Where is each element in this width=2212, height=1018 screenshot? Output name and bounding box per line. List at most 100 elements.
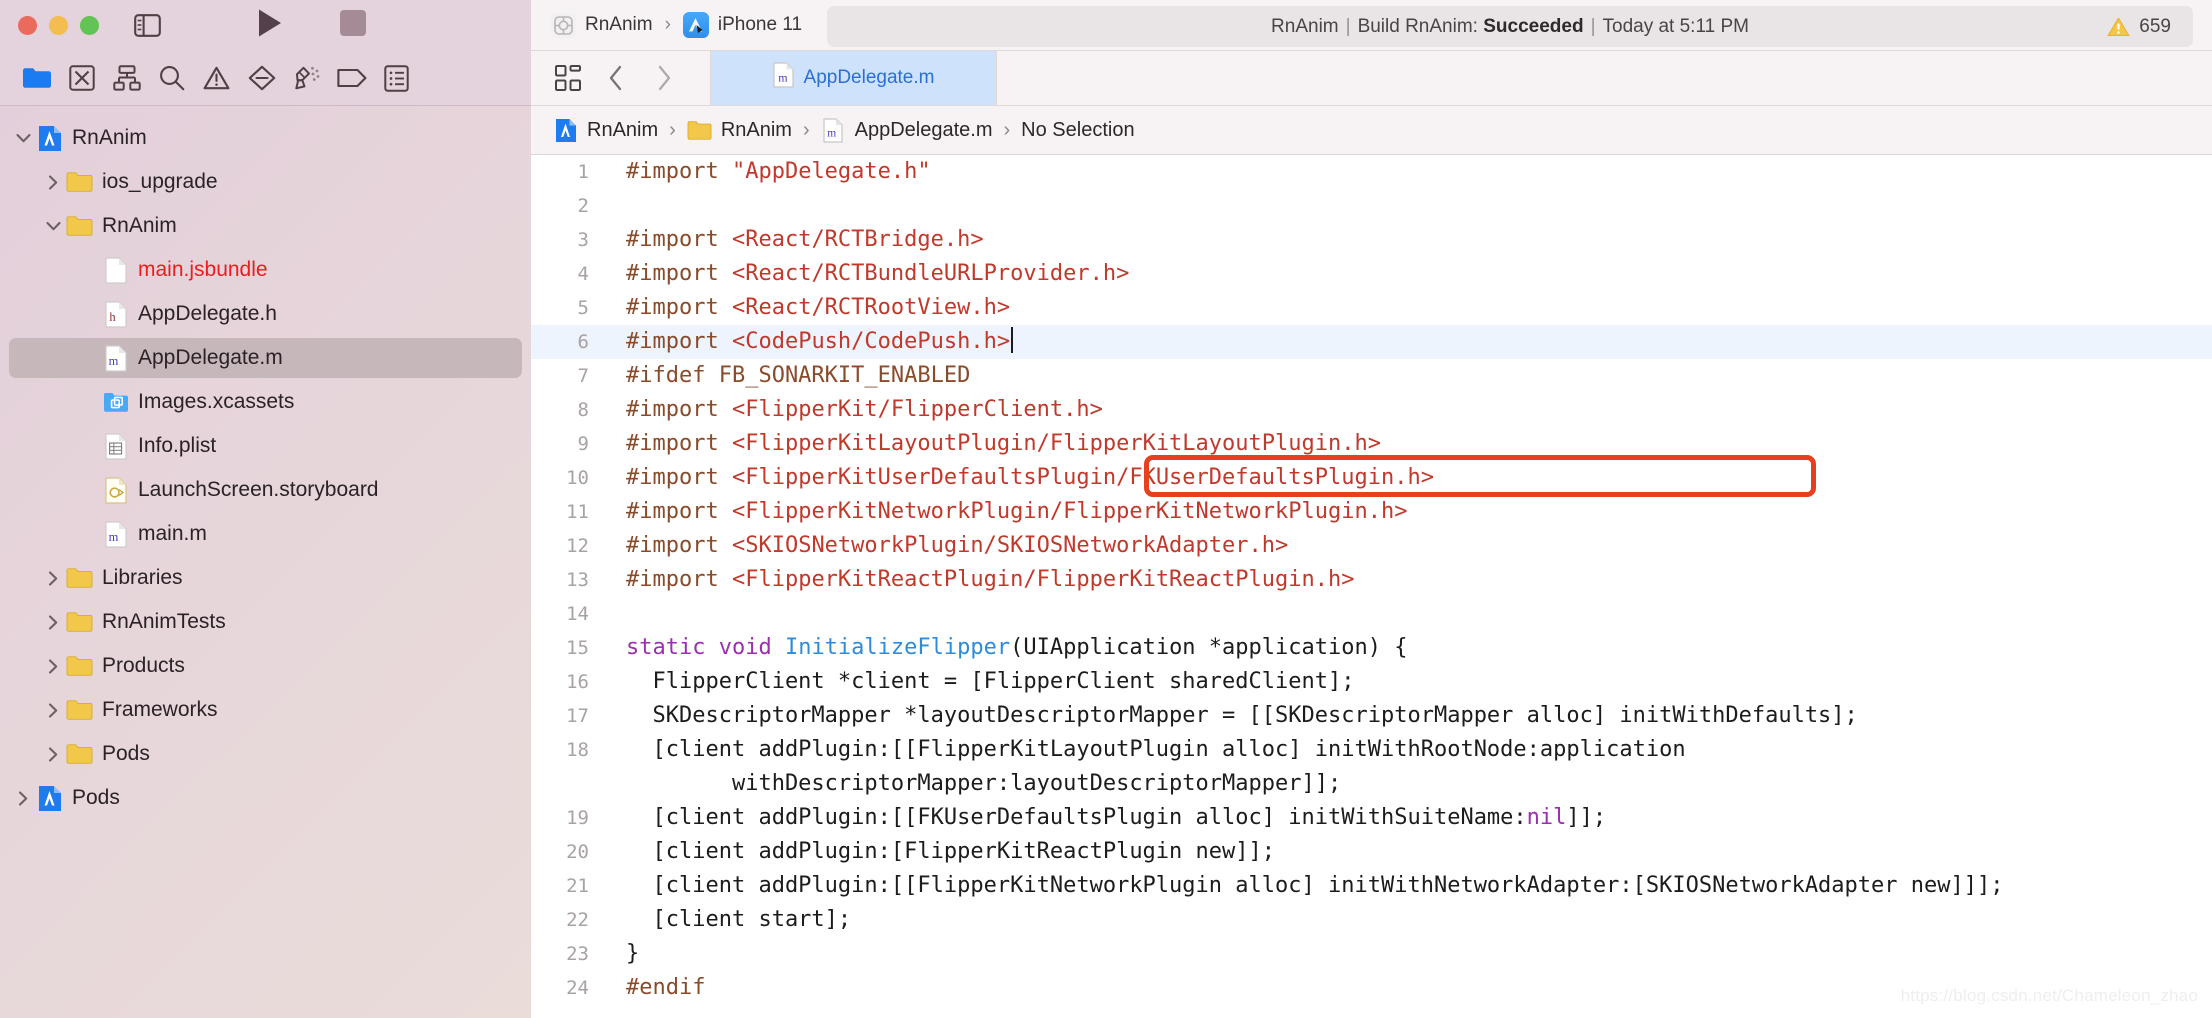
code-token: [client addPlugin:[[FlipperKitLayoutPlug… xyxy=(626,737,1686,762)
svg-text:m: m xyxy=(108,530,118,544)
code-line[interactable]: 21 [client addPlugin:[[FlipperKitNetwork… xyxy=(531,869,2212,903)
tab-appdelegate-m[interactable]: m AppDelegate.m xyxy=(710,51,997,105)
tree-row-pods-folder[interactable]: Pods xyxy=(0,732,531,776)
xcode-project-icon xyxy=(36,125,63,152)
disclosure-closed-icon[interactable] xyxy=(40,565,66,591)
disclosure-closed-icon[interactable] xyxy=(40,653,66,679)
scheme-selector[interactable]: RnAnim › iPhone 11 xyxy=(531,12,802,38)
code-line[interactable]: 11 #import <FlipperKitNetworkPlugin/Flipp… xyxy=(531,495,2212,529)
report-navigator-button[interactable] xyxy=(374,61,419,95)
tree-row-info-plist[interactable]: Info.plist xyxy=(0,424,531,468)
disclosure-closed-icon[interactable] xyxy=(40,741,66,767)
code-line[interactable]: 16 FlipperClient *client = [FlipperClien… xyxy=(531,665,2212,699)
code-token: <CodePush/CodePush.h> xyxy=(731,329,1011,354)
code-line[interactable]: 5 #import <React/RCTRootView.h> xyxy=(531,291,2212,325)
tree-row-ios-upgrade[interactable]: ios_upgrade xyxy=(0,160,531,204)
code-line[interactable]: 7 #ifdef FB_SONARKIT_ENABLED xyxy=(531,359,2212,393)
minimize-window-button[interactable] xyxy=(49,16,68,35)
code-line[interactable]: 19 [client addPlugin:[[FKUserDefaultsPlu… xyxy=(531,801,2212,835)
find-navigator-button[interactable] xyxy=(149,61,194,95)
toggle-navigator-icon[interactable] xyxy=(134,14,161,37)
status-result: Succeeded xyxy=(1483,15,1584,37)
disclosure-closed-icon[interactable] xyxy=(10,785,36,811)
tree-row-label: RnAnim xyxy=(102,214,177,237)
line-source: static void InitializeFlipper(UIApplicat… xyxy=(604,631,1407,665)
watermark-text: https://blog.csdn.net/Chameleon_zhao xyxy=(1900,986,2198,1005)
disclosure-closed-icon[interactable] xyxy=(40,169,66,195)
tree-row-images-xcassets[interactable]: Images.xcassets xyxy=(0,380,531,424)
code-line[interactable]: 20 [client addPlugin:[FlipperKitReactPlu… xyxy=(531,835,2212,869)
code-line[interactable]: 8 #import <FlipperKit/FlipperClient.h> xyxy=(531,393,2212,427)
code-line[interactable]: 4 #import <React/RCTBundleURLProvider.h> xyxy=(531,257,2212,291)
related-items-icon[interactable] xyxy=(544,58,592,98)
issue-navigator-button[interactable] xyxy=(194,61,239,95)
source-control-navigator-button[interactable] xyxy=(59,61,104,95)
close-window-button[interactable] xyxy=(18,16,37,35)
tree-row-launchscreen-storyboard[interactable]: LaunchScreen.storyboard xyxy=(0,468,531,512)
code-line[interactable]: 6 #import <CodePush/CodePush.h> xyxy=(531,325,2212,359)
code-line[interactable]: 15 static void InitializeFlipper(UIApplic… xyxy=(531,631,2212,665)
code-token: ]]; xyxy=(1566,805,1607,830)
build-status-bar[interactable]: RnAnim | Build RnAnim: Succeeded | Today… xyxy=(827,6,2193,47)
debug-navigator-button[interactable] xyxy=(284,61,329,95)
stop-button[interactable] xyxy=(340,10,366,41)
xcode-project-icon xyxy=(553,118,578,143)
code-line[interactable]: 14 xyxy=(531,597,2212,631)
text-caret xyxy=(1011,327,1014,353)
project-navigator-button[interactable] xyxy=(14,61,59,95)
tree-row-appdelegate-m[interactable]: m AppDelegate.m xyxy=(0,336,531,380)
code-line[interactable]: 17 SKDescriptorMapper *layoutDescriptorM… xyxy=(531,699,2212,733)
code-line[interactable]: 1 #import "AppDelegate.h" xyxy=(531,155,2212,189)
warning-counter[interactable]: 659 xyxy=(2107,16,2171,38)
symbol-navigator-button[interactable] xyxy=(104,61,149,95)
tree-row-products[interactable]: Products xyxy=(0,644,531,688)
tree-row-rnanim-folder[interactable]: RnAnim xyxy=(0,204,531,248)
tree-row-main-m[interactable]: m main.m xyxy=(0,512,531,556)
tree-row-libraries[interactable]: Libraries xyxy=(0,556,531,600)
breadcrumb-item-selection[interactable]: No Selection xyxy=(1021,119,1134,142)
code-line[interactable]: 2 xyxy=(531,189,2212,223)
code-line[interactable]: 13 #import <FlipperKitReactPlugin/Flipper… xyxy=(531,563,2212,597)
code-line[interactable]: 12 #import <SKIOSNetworkPlugin/SKIOSNetwo… xyxy=(531,529,2212,563)
objc-file-icon: m xyxy=(821,117,846,143)
tree-row-label: Pods xyxy=(102,742,150,765)
code-line[interactable]: 23} xyxy=(531,937,2212,971)
code-token: <FlipperKitUserDefaultsPlugin/FKUserDefa… xyxy=(731,465,1434,490)
disclosure-closed-icon[interactable] xyxy=(40,697,66,723)
breadcrumb-item-project[interactable]: RnAnim xyxy=(553,118,658,143)
breakpoint-navigator-button[interactable] xyxy=(329,61,374,95)
code-line[interactable]: 10 #import <FlipperKitUserDefaultsPlugin/… xyxy=(531,461,2212,495)
code-line[interactable]: 3 #import <React/RCTBridge.h> xyxy=(531,223,2212,257)
chevron-left-icon[interactable] xyxy=(592,58,640,98)
chevron-right-icon[interactable] xyxy=(640,58,688,98)
code-line[interactable]: 9 #import <FlipperKitLayoutPlugin/Flipper… xyxy=(531,427,2212,461)
test-navigator-button[interactable] xyxy=(239,61,284,95)
tree-row-main-jsbundle[interactable]: main.jsbundle xyxy=(0,248,531,292)
code-line[interactable]: withDescriptorMapper:layoutDescriptorMap… xyxy=(531,767,2212,801)
folder-icon xyxy=(687,118,712,143)
tree-row-appdelegate-h[interactable]: h AppDelegate.h xyxy=(0,292,531,336)
tree-row-frameworks[interactable]: Frameworks xyxy=(0,688,531,732)
code-token: FlipperClient *client = [FlipperClient s… xyxy=(626,669,1355,694)
disclosure-open-icon[interactable] xyxy=(10,125,36,151)
status-separator-1: | xyxy=(1345,15,1351,37)
code-line[interactable]: 18 [client addPlugin:[[FlipperKitLayoutP… xyxy=(531,733,2212,767)
code-token: <FlipperKitReactPlugin/FlipperKitReactPl… xyxy=(731,567,1355,592)
status-separator-2: | xyxy=(1590,15,1596,37)
tree-row-label: ios_upgrade xyxy=(102,170,218,193)
code-line[interactable]: 22 [client start]; xyxy=(531,903,2212,937)
line-number: 20 xyxy=(566,841,589,863)
code-content[interactable]: 1 #import "AppDelegate.h" 2 3 #import <React… xyxy=(531,155,2212,1018)
code-token: withDescriptorMapper:layoutDescriptorMap… xyxy=(626,771,1342,796)
code-token: <React/RCTBridge.h> xyxy=(731,227,984,252)
tree-row-rnanim-project[interactable]: RnAnim xyxy=(0,116,531,160)
breadcrumb-item-folder[interactable]: RnAnim xyxy=(687,118,792,143)
disclosure-open-icon[interactable] xyxy=(40,213,66,239)
tree-row-pods-project[interactable]: Pods xyxy=(0,776,531,820)
tree-row-rnanimtests[interactable]: RnAnimTests xyxy=(0,600,531,644)
disclosure-closed-icon[interactable] xyxy=(40,609,66,635)
svg-text:m: m xyxy=(778,71,788,85)
breadcrumb-item-file[interactable]: m AppDelegate.m xyxy=(821,117,993,143)
zoom-window-button[interactable] xyxy=(80,16,99,35)
run-button[interactable] xyxy=(257,8,283,43)
